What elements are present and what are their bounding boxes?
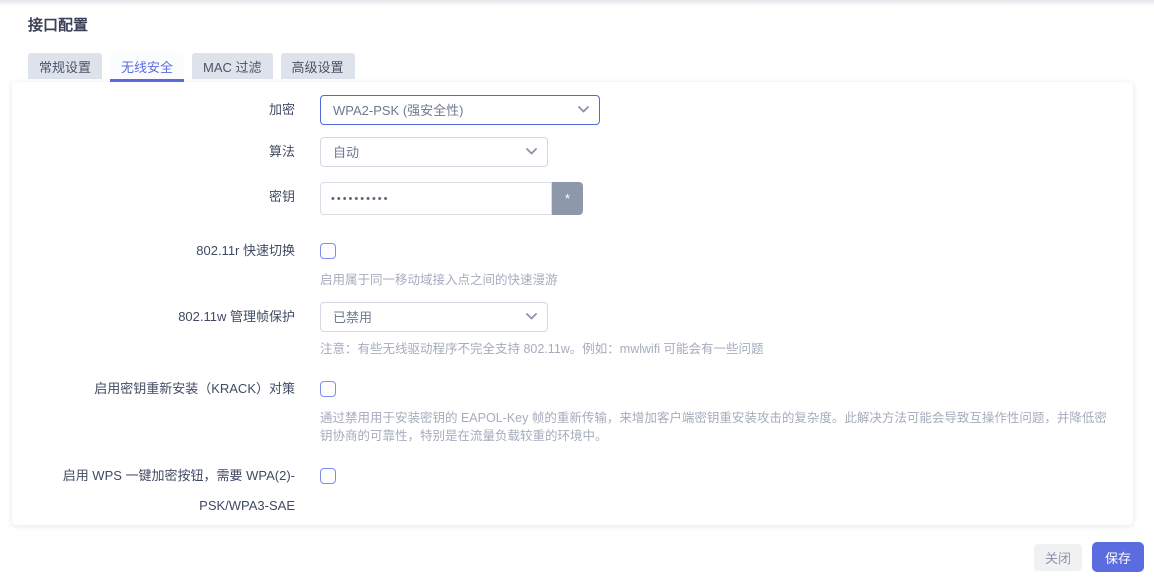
mgmt-frame-protection-note: 注意：有些无线驱动程序不完全支持 802.11w。例如：mwlwifi 可能会有…	[320, 340, 1117, 358]
dialog-footer: 关闭 保存	[1034, 542, 1144, 572]
key-input[interactable]	[320, 182, 552, 215]
cipher-label: 算法	[12, 137, 295, 167]
key-row: 密钥 *	[12, 182, 1117, 215]
krack-row: 启用密钥重新安装（KRACK）对策 通过禁用用于安装密钥的 EAPOL-Key …	[12, 374, 1117, 445]
tab-general-settings[interactable]: 常规设置	[28, 53, 102, 79]
mgmt-frame-protection-select-wrap: 已禁用	[320, 302, 548, 332]
mgmt-frame-protection-row: 802.11w 管理帧保护 已禁用 注意：有些无线驱动程序不完全支持 802.1…	[12, 302, 1117, 358]
tab-advanced-settings[interactable]: 高级设置	[281, 53, 355, 79]
close-button[interactable]: 关闭	[1034, 544, 1082, 571]
fast-transition-label: 802.11r 快速切换	[12, 236, 295, 266]
wps-checkbox[interactable]	[320, 468, 336, 484]
key-label: 密钥	[12, 182, 295, 212]
page-title: 接口配置	[28, 14, 88, 35]
cipher-select[interactable]: 自动	[320, 137, 548, 167]
save-button[interactable]: 保存	[1092, 542, 1144, 572]
krack-description: 通过禁用用于安装密钥的 EAPOL-Key 帧的重新传输，来增加客户端密钥重安装…	[320, 409, 1117, 445]
fast-transition-row: 802.11r 快速切换 启用属于同一移动域接入点之间的快速漫游	[12, 236, 1117, 289]
encryption-select-wrap: WPA2-PSK (强安全性)	[320, 95, 600, 125]
mgmt-frame-protection-select[interactable]: 已禁用	[320, 302, 548, 332]
tab-bar: 常规设置 无线安全 MAC 过滤 高级设置	[28, 53, 355, 82]
wps-label: 启用 WPS 一键加密按钮，需要 WPA(2)-PSK/WPA3-SAE	[12, 461, 295, 521]
top-shadow	[0, 0, 1154, 6]
krack-checkbox[interactable]	[320, 381, 336, 397]
encryption-label: 加密	[12, 95, 295, 125]
cipher-select-wrap: 自动	[320, 137, 548, 167]
wireless-security-panel: 加密 WPA2-PSK (强安全性) 算法 自动	[12, 82, 1133, 525]
krack-label: 启用密钥重新安装（KRACK）对策	[12, 374, 295, 404]
fast-transition-description: 启用属于同一移动域接入点之间的快速漫游	[320, 271, 1117, 289]
reveal-password-button[interactable]: *	[552, 182, 583, 215]
wps-row: 启用 WPS 一键加密按钮，需要 WPA(2)-PSK/WPA3-SAE	[12, 461, 1117, 521]
tab-mac-filter[interactable]: MAC 过滤	[192, 53, 273, 79]
tab-wireless-security[interactable]: 无线安全	[110, 53, 184, 82]
cipher-row: 算法 自动	[12, 137, 1117, 167]
key-field-group: *	[320, 182, 583, 215]
encryption-select[interactable]: WPA2-PSK (强安全性)	[320, 95, 600, 125]
encryption-row: 加密 WPA2-PSK (强安全性)	[12, 95, 1117, 125]
fast-transition-checkbox[interactable]	[320, 243, 336, 259]
mgmt-frame-protection-label: 802.11w 管理帧保护	[12, 302, 295, 332]
